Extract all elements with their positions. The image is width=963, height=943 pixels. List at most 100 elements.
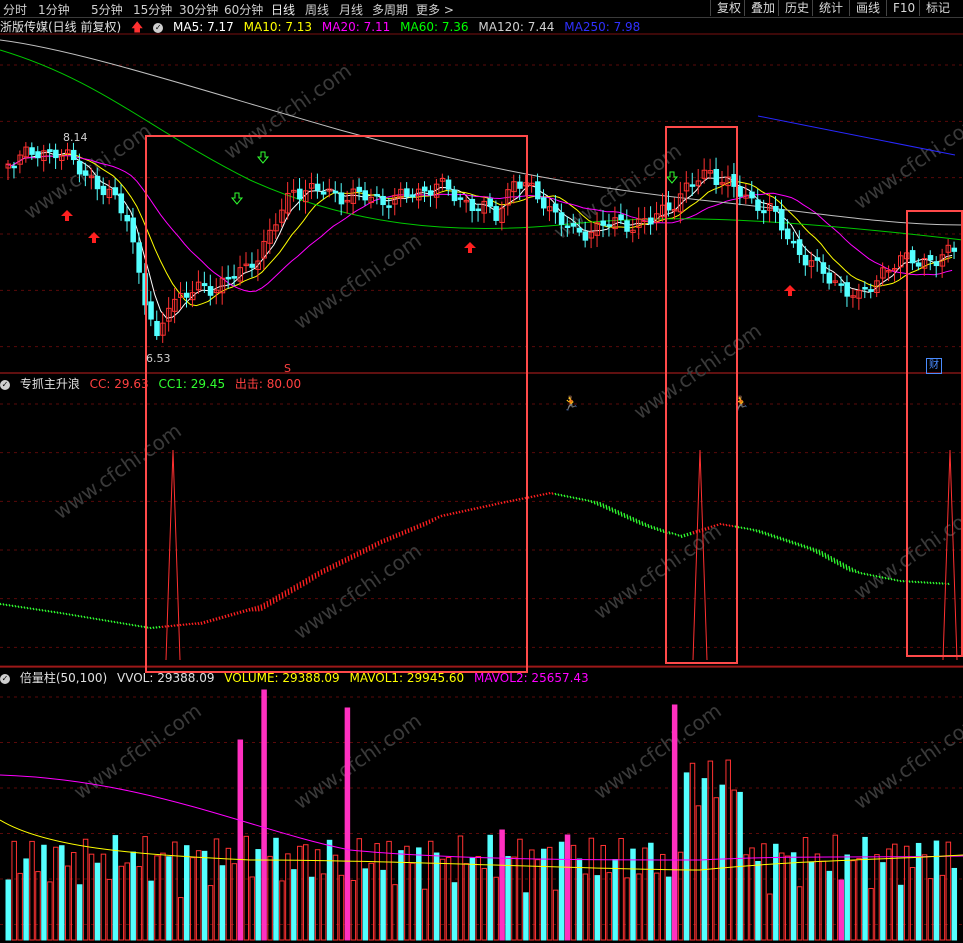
ribbon-bar (260, 604, 263, 611)
ribbon-bar (605, 504, 608, 510)
ribbon-bar (335, 561, 338, 568)
candle-body (779, 209, 785, 231)
volume-bar (695, 805, 702, 941)
ribbon-bar (536, 494, 539, 498)
volume-bar (219, 865, 226, 941)
volume-bar (225, 847, 232, 941)
mavol1-label: MAVOL1: 29945.60 (349, 671, 465, 685)
ribbon-bar (245, 608, 248, 613)
watermark-text: www.cfchi.com (69, 698, 206, 804)
volume-bar (499, 829, 505, 941)
ribbon-bar (479, 506, 482, 509)
volume-bar (767, 893, 773, 941)
ribbon-bar (47, 609, 50, 613)
volume-bar (850, 860, 856, 941)
ribbon-bar (863, 572, 866, 576)
ribbon-bar (125, 622, 128, 626)
ribbon-bar (413, 525, 416, 531)
ribbon-bar (95, 617, 98, 621)
ribbon-bar (65, 612, 68, 616)
volume-bar (124, 862, 130, 941)
ribbon-bar (224, 614, 227, 619)
candle-body (380, 195, 386, 206)
ribbon-bar (884, 576, 887, 580)
ribbon-bar (902, 579, 905, 583)
ribbon-bar (278, 593, 281, 601)
ribbon-bar (848, 565, 851, 572)
ribbon-bar (716, 523, 719, 527)
volume-bar (951, 867, 958, 941)
ribbon-bar (434, 516, 437, 521)
ribbon-bar (107, 619, 110, 623)
high-price-label: 8.14 (63, 131, 88, 144)
ribbon-bar (683, 533, 686, 538)
grid-lines (0, 33, 963, 925)
ma10-line (5, 153, 953, 307)
ribbon-bar (515, 498, 518, 502)
candle-body (731, 174, 737, 187)
volume-bar (541, 848, 547, 941)
ribbon-bar (782, 537, 785, 542)
candle-body (130, 217, 136, 243)
ribbon-bar (815, 548, 818, 554)
ribbon-bar (614, 508, 617, 514)
ribbon-bar (425, 520, 428, 526)
ribbon-bar (656, 527, 659, 532)
volume-bar (344, 707, 351, 941)
ribbon-bar (659, 528, 662, 533)
volume-bar (564, 834, 571, 941)
volume-settings-icon[interactable]: ✓ (0, 673, 10, 684)
candle-body (761, 210, 767, 214)
ribbon-bar (917, 580, 920, 584)
ribbon-bar (197, 621, 200, 626)
volume-bar (35, 871, 41, 941)
ribbon-bar (725, 523, 728, 527)
candle-body (320, 191, 327, 195)
ribbon-bar (158, 625, 161, 629)
volume-bar (398, 850, 404, 941)
ribbon-bar (428, 519, 431, 525)
kline-chart[interactable]: www.cfchi.com www.cfchi.com www.cfchi.com w… (0, 0, 963, 943)
ribbon-bar (773, 534, 776, 539)
ribbon-bar (827, 554, 830, 561)
ribbon-bar (599, 501, 602, 508)
ribbon-bar (539, 493, 542, 497)
ribbon-bar (281, 592, 284, 599)
ribbon-bar (38, 608, 41, 612)
buy-arrow-icon (61, 210, 73, 221)
ribbon-bar (431, 518, 434, 523)
indicator-settings-icon[interactable]: ✓ (0, 379, 10, 390)
watermarks: www.cfchi.com www.cfchi.com www.cfchi.com w… (19, 58, 963, 814)
ribbon-bar (44, 609, 47, 613)
ribbon-bar (593, 500, 596, 505)
candle-body (802, 254, 809, 266)
ribbon-bar (410, 526, 413, 532)
ribbon-bar (458, 510, 461, 514)
volume-bar (326, 839, 333, 941)
cc1-label: CC1: 29.45 (158, 377, 226, 391)
ma60-label: MA60: 7.36 (400, 20, 469, 34)
candle-body (487, 198, 493, 207)
candle-body (386, 205, 392, 208)
volume-bar (903, 845, 910, 941)
person-icon: 🏃 (732, 395, 749, 412)
volume-bar (17, 872, 23, 941)
settings-icon[interactable]: ✓ (153, 22, 164, 33)
ribbon-bar (734, 525, 737, 528)
candle-body (422, 186, 428, 192)
ribbon-bar (89, 616, 92, 620)
stock-title: 浙版传媒(日线 前复权) (0, 20, 122, 34)
volume-bar (939, 874, 946, 941)
candle-body (796, 239, 803, 255)
ribbon-bar (503, 500, 506, 504)
ribbon-bar (914, 580, 917, 584)
volume-bar (779, 852, 785, 941)
candle-body (82, 170, 89, 176)
candle-body (862, 287, 868, 290)
mavol1-line (0, 819, 963, 871)
candle-body (600, 220, 606, 226)
finance-report-badge[interactable]: 财 (926, 358, 942, 374)
volume-bar (249, 876, 255, 941)
watermark-text: www.cfchi.com (289, 228, 426, 334)
volume-bar (909, 867, 916, 941)
